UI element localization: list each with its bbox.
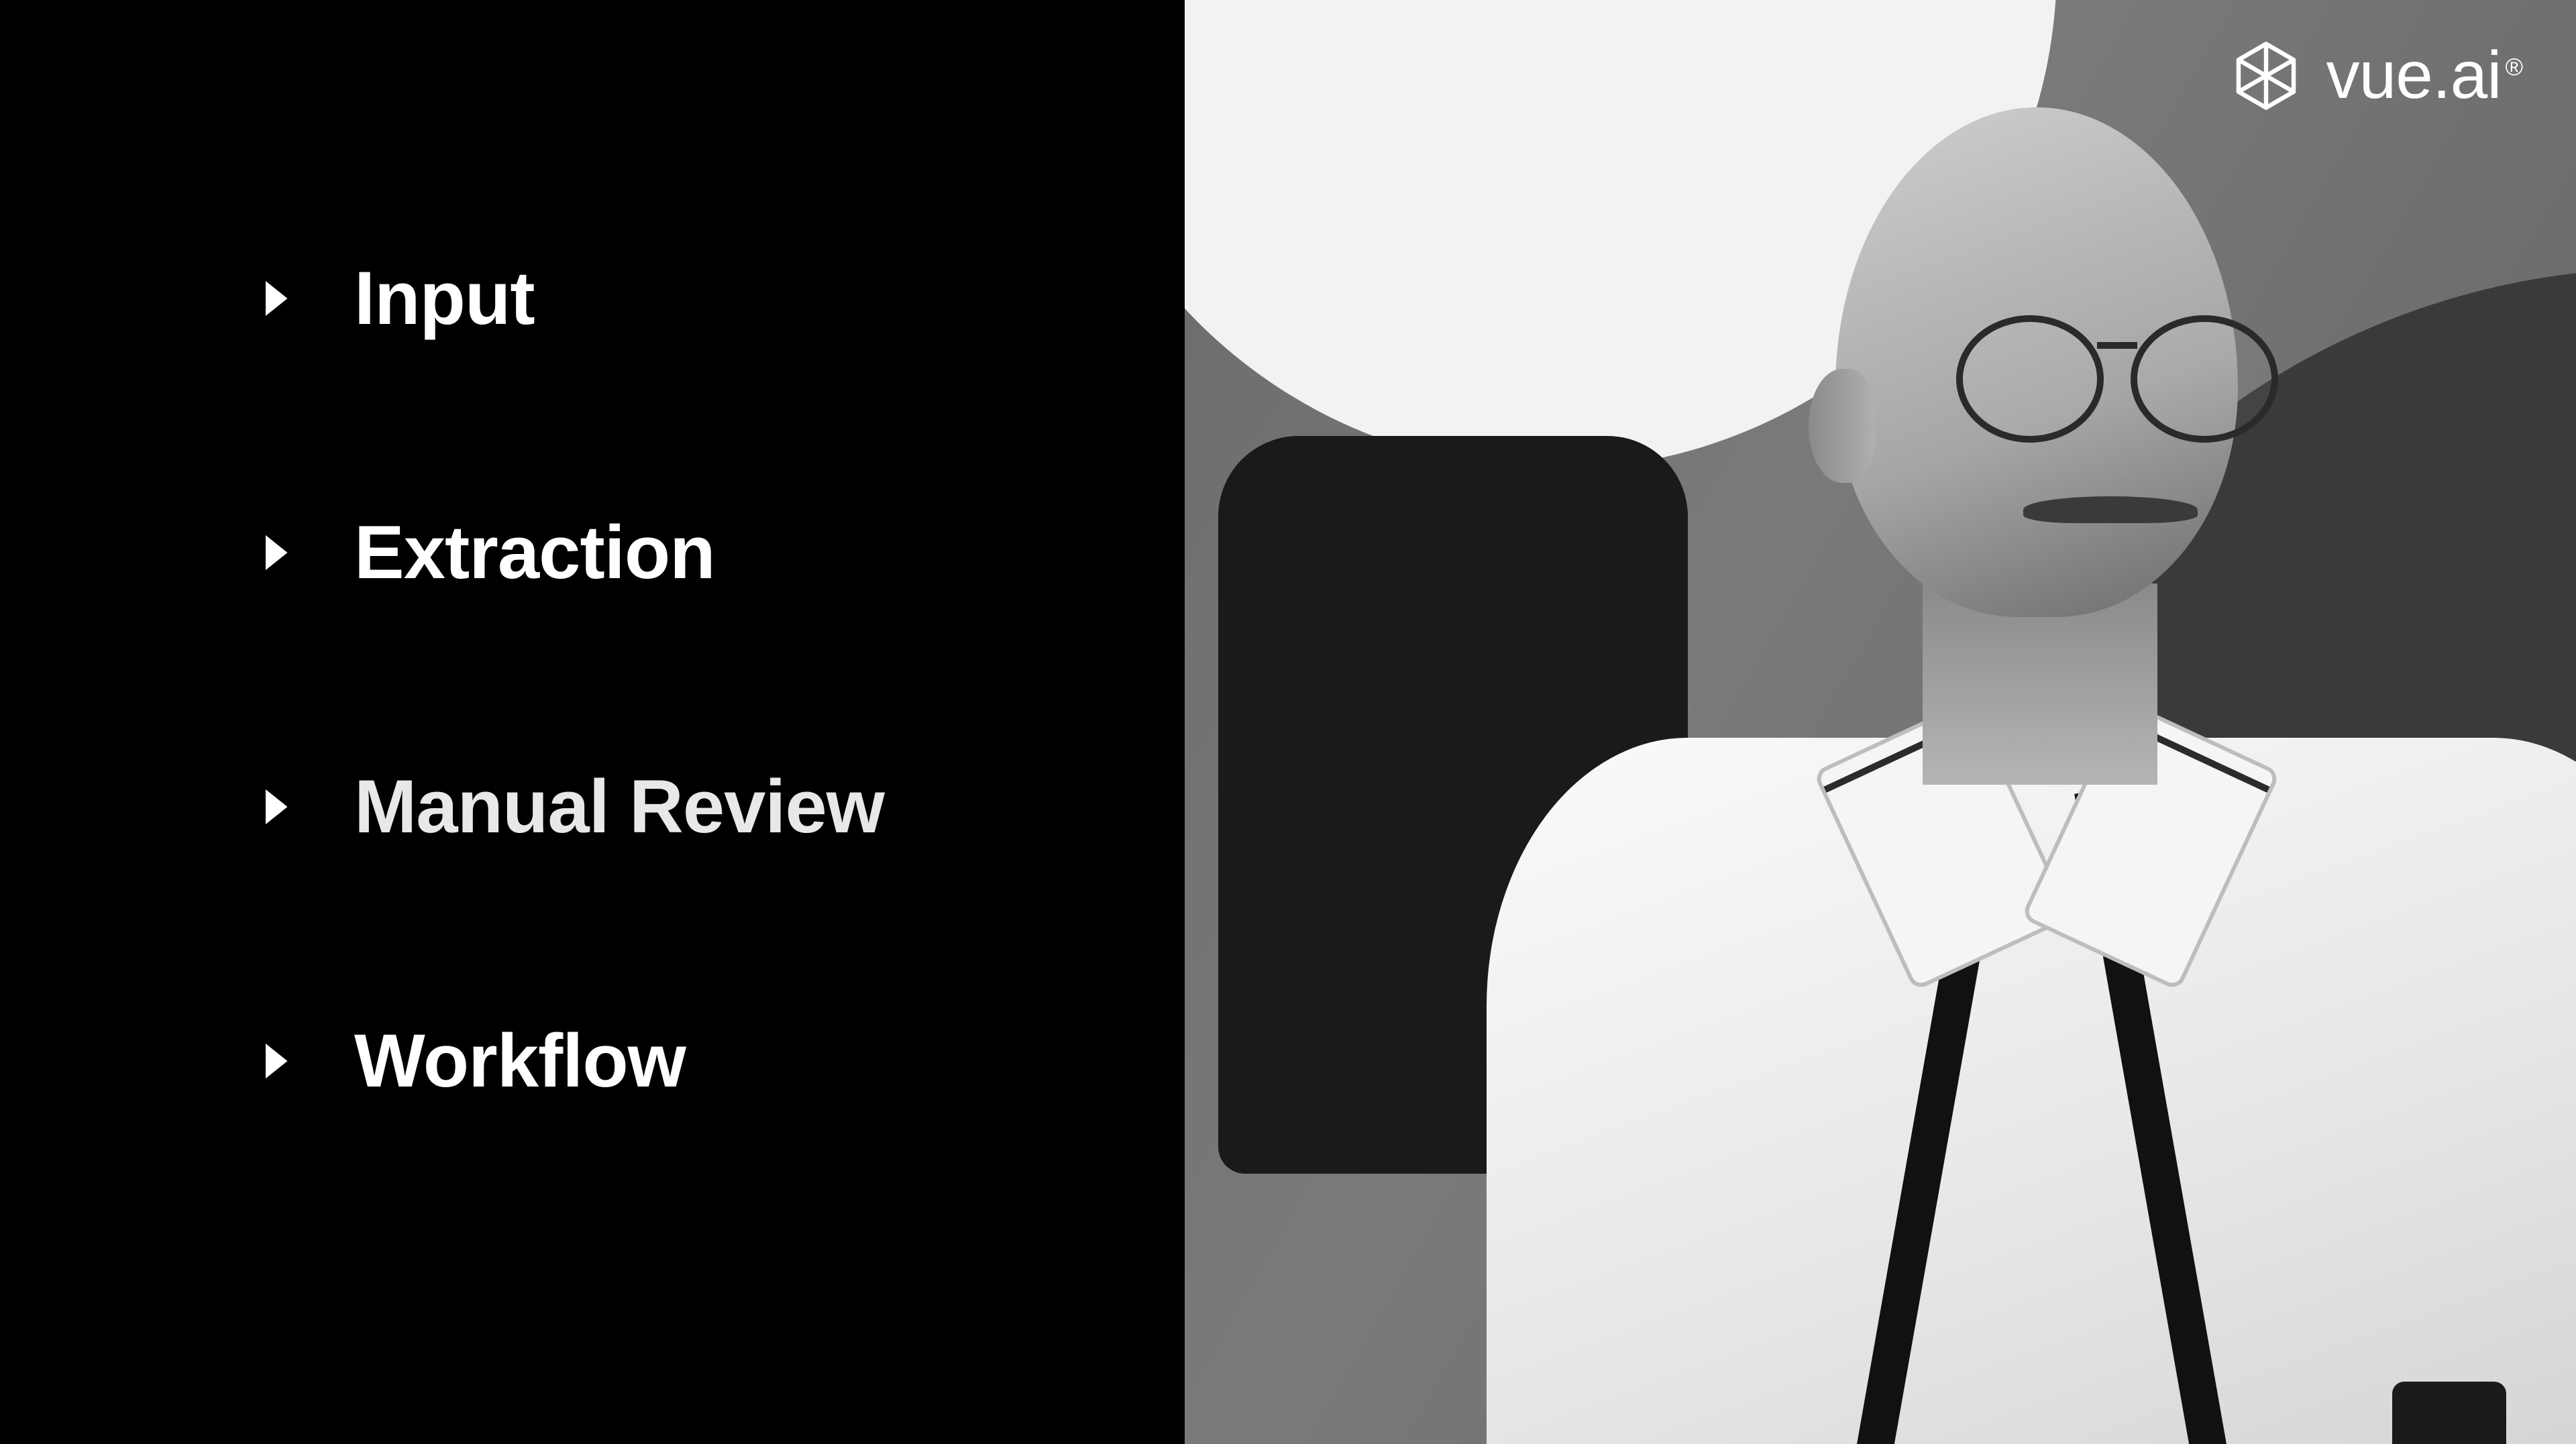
bullet-input: Input <box>248 255 1185 341</box>
brand-text: vue.ai® <box>2326 37 2522 114</box>
glasses-icon <box>1956 315 2292 449</box>
right-panel: vue.ai® <box>1185 0 2576 1444</box>
bullet-workflow: Workflow <box>248 1017 1185 1104</box>
shirt-logo-badge <box>2392 1382 2506 1444</box>
bullet-label: Manual Review <box>354 763 884 850</box>
chevron-icon <box>248 1035 301 1087</box>
bullet-label: Input <box>354 255 535 341</box>
brand-logo: vue.ai® <box>2230 37 2522 114</box>
person-figure <box>1487 80 2560 1422</box>
chevron-icon <box>248 526 301 579</box>
brand-name: vue.ai <box>2326 38 2502 113</box>
bullet-label: Extraction <box>354 509 715 596</box>
bullet-label: Workflow <box>354 1017 686 1104</box>
chevron-icon <box>248 781 301 833</box>
brand-registered: ® <box>2505 53 2522 80</box>
left-panel: Input Extraction Manual Review Workflow <box>0 0 1185 1444</box>
brand-mark-icon <box>2230 40 2302 112</box>
ear-shape <box>1809 369 1876 483</box>
mustache-shape <box>2023 496 2198 523</box>
bullet-extraction: Extraction <box>248 509 1185 596</box>
slide-container: Input Extraction Manual Review Workflow <box>0 0 2576 1444</box>
bullet-manual-review: Manual Review <box>248 763 1185 850</box>
chevron-icon <box>248 272 301 325</box>
